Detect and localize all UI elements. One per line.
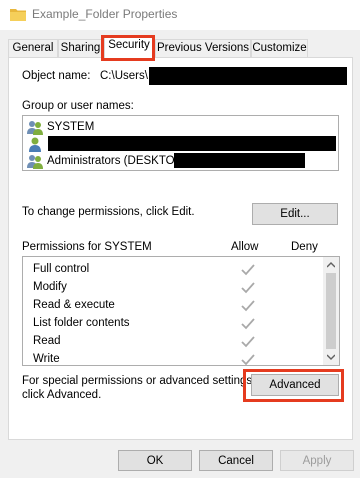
change-permissions-text: To change permissions, click Edit.: [22, 206, 195, 218]
edit-button[interactable]: Edit...: [252, 203, 338, 225]
permission-full-control: Full control: [33, 263, 90, 275]
object-name-label: Object name:: [22, 70, 91, 82]
scroll-down-icon[interactable]: [327, 354, 335, 360]
window-title: Example_Folder Properties: [32, 7, 178, 21]
permission-write: Write: [33, 353, 60, 365]
user-list-item-system[interactable]: SYSTEM: [27, 119, 94, 135]
folder-icon: [10, 9, 26, 21]
object-name-value: C:\Users\: [100, 70, 148, 82]
permission-modify: Modify: [33, 281, 67, 293]
users-group-icon: [27, 121, 43, 135]
allow-header: Allow: [231, 241, 259, 253]
allow-checkmark-icon[interactable]: [241, 354, 255, 366]
permissions-for-label: Permissions for SYSTEM: [22, 241, 152, 253]
tab-sharing[interactable]: Sharing: [58, 39, 103, 58]
title-bar: Example_Folder Properties: [0, 0, 360, 30]
tab-general[interactable]: General: [8, 39, 58, 58]
ok-button[interactable]: OK: [118, 450, 192, 471]
permission-read: Read: [33, 335, 61, 347]
allow-checkmark-icon[interactable]: [241, 318, 255, 330]
advanced-text-line1: For special permissions or advanced sett…: [22, 375, 256, 387]
allow-checkmark-icon[interactable]: [241, 264, 255, 276]
group-names-label: Group or user names:: [22, 100, 134, 112]
permission-read-execute: Read & execute: [33, 299, 115, 311]
permissions-list[interactable]: Full control Modify Read & execute List …: [22, 256, 340, 366]
user-list-item-redacted[interactable]: [27, 136, 47, 152]
permissions-scrollbar[interactable]: [323, 257, 339, 365]
user-list[interactable]: SYSTEM Administrators (DESKTOP: [22, 115, 339, 171]
scrollbar-thumb[interactable]: [326, 273, 336, 349]
allow-checkmark-icon[interactable]: [241, 336, 255, 348]
redacted-object-path: [149, 67, 347, 85]
redacted-user-name: [48, 136, 336, 151]
allow-checkmark-icon[interactable]: [241, 300, 255, 312]
allow-checkmark-icon[interactable]: [241, 282, 255, 294]
tab-customize[interactable]: Customize: [251, 39, 308, 58]
deny-header: Deny: [291, 241, 318, 253]
users-group-icon: [27, 155, 43, 169]
scroll-up-icon[interactable]: [327, 262, 335, 268]
tab-previous-versions[interactable]: Previous Versions: [155, 39, 251, 58]
user-name: Administrators (DESKTOP: [47, 155, 183, 168]
user-icon: [29, 137, 41, 152]
user-name: SYSTEM: [47, 121, 95, 134]
tab-strip: General Sharing Security Previous Versio…: [0, 36, 360, 59]
advanced-text-line2: click Advanced.: [22, 389, 102, 401]
redacted-machine-name: [174, 153, 305, 168]
security-panel: Object name: C:\Users\ Group or user nam…: [8, 57, 353, 440]
apply-button[interactable]: Apply: [280, 450, 354, 471]
permission-list-folder-contents: List folder contents: [33, 317, 130, 329]
cancel-button[interactable]: Cancel: [199, 450, 273, 471]
advanced-button[interactable]: Advanced: [251, 374, 339, 396]
user-list-item-administrators[interactable]: Administrators (DESKTOP: [27, 153, 182, 169]
tab-security[interactable]: Security: [104, 36, 154, 59]
